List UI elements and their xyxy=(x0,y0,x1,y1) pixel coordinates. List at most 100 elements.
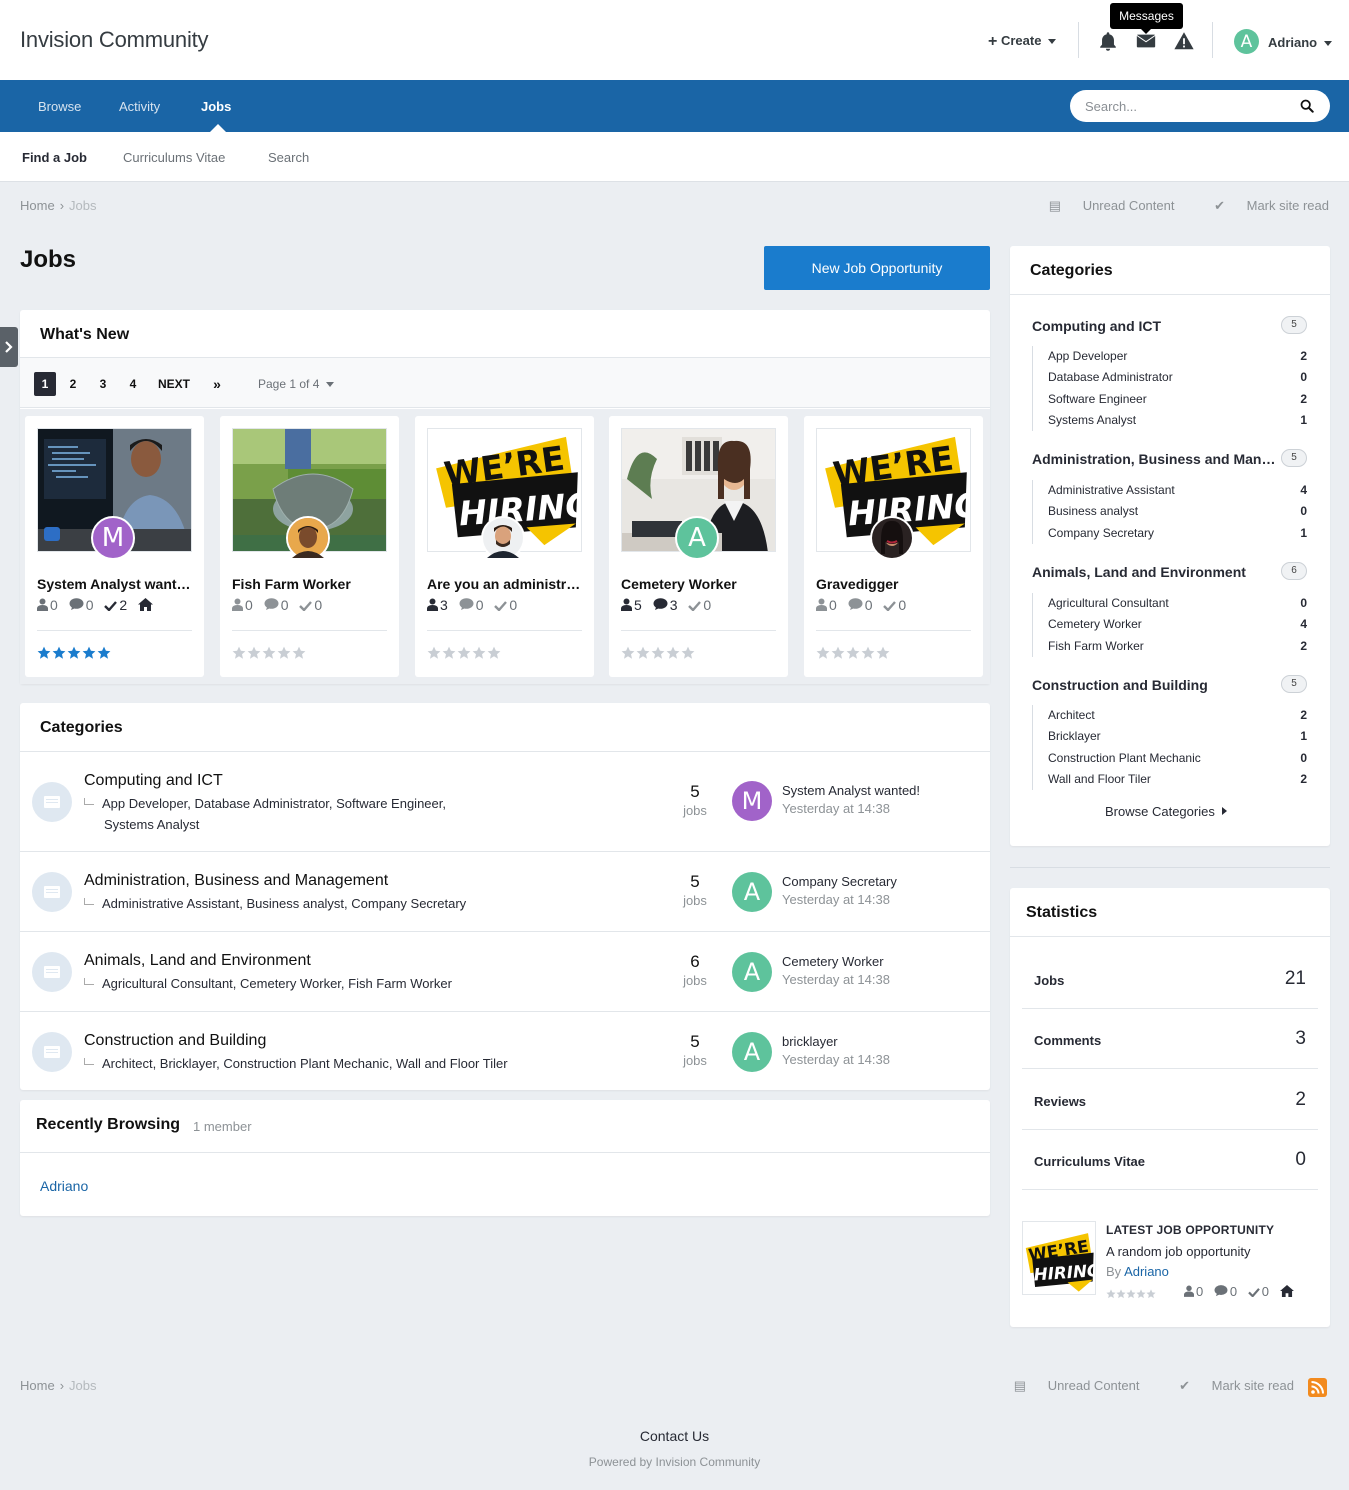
subcategory-name: Systems Analyst xyxy=(1048,412,1137,427)
by-label: By xyxy=(1106,1264,1122,1279)
rss-icon[interactable] xyxy=(1308,1378,1327,1397)
sidebar-category-link[interactable]: Construction and Building xyxy=(1032,677,1278,693)
sidebar-subcategory-item[interactable]: App Developer 2 xyxy=(1033,346,1307,367)
sidebar-category-link[interactable]: Computing and ICT xyxy=(1032,318,1278,334)
user-avatar[interactable]: A xyxy=(1234,29,1259,54)
subnav-curriculums-vitae[interactable]: Curriculums Vitae xyxy=(123,150,225,165)
next-page-button[interactable]: NEXT xyxy=(158,372,190,396)
sidebar-subcategory-item[interactable]: Database Administrator 0 xyxy=(1033,367,1307,388)
subnav-search[interactable]: Search xyxy=(268,150,309,165)
author-avatar[interactable] xyxy=(481,516,525,560)
last-job-link[interactable]: bricklayer xyxy=(782,1034,838,1049)
mark-site-read-link[interactable]: ✔ Mark site read xyxy=(1196,198,1329,213)
author-link[interactable]: Adriano xyxy=(1124,1264,1169,1279)
category-name[interactable]: Administration, Business and Management xyxy=(84,872,388,890)
sidebar-category-link[interactable]: Animals, Land and Environment xyxy=(1032,564,1278,580)
star-icon xyxy=(262,646,276,659)
job-card[interactable]: WE’RE HIRING Gravedigger 0 0 0 xyxy=(804,416,983,677)
sidebar-category-link[interactable]: Administration, Business and Management xyxy=(1032,451,1278,467)
page-1-button[interactable]: 1 xyxy=(34,372,56,396)
page-2-button[interactable]: 2 xyxy=(62,372,84,396)
contact-us-link[interactable]: Contact Us xyxy=(0,1428,1349,1444)
sidebar-subcategory-item[interactable]: Systems Analyst 1 xyxy=(1033,410,1307,431)
create-button[interactable]: + Create xyxy=(988,33,1057,51)
subcategory-links[interactable]: Systems Analyst xyxy=(84,817,199,832)
author-avatar[interactable]: M xyxy=(91,516,135,560)
job-card[interactable]: WE’RE HIRING Are you an administrator? 3… xyxy=(415,416,594,677)
subcategory-links[interactable]: Administrative Assistant, Business analy… xyxy=(102,896,466,911)
job-cards: M System Analyst wanted! 0 0 2 Fish Farm… xyxy=(20,409,990,684)
mark-site-read-link[interactable]: ✔ Mark site read xyxy=(1161,1378,1294,1393)
sidebar-subcategory-item[interactable]: Architect 2 xyxy=(1033,705,1307,726)
last-poster-avatar[interactable]: M xyxy=(732,781,772,821)
last-job-link[interactable]: Company Secretary xyxy=(782,874,897,889)
subcategory-count: 2 xyxy=(1300,391,1307,406)
last-page-icon[interactable]: » xyxy=(206,372,228,396)
page-3-button[interactable]: 3 xyxy=(92,372,114,396)
job-count: 5 jobs xyxy=(680,1032,710,1068)
stat-label: Reviews xyxy=(1034,1094,1087,1109)
sidebar-toggle[interactable] xyxy=(0,327,18,367)
subcategory-links[interactable]: Agricultural Consultant, Cemetery Worker… xyxy=(102,976,452,991)
sidebar-subcategory-item[interactable]: Bricklayer 1 xyxy=(1033,726,1307,747)
last-poster-avatar[interactable]: A xyxy=(732,872,772,912)
nav-browse[interactable]: Browse xyxy=(38,99,81,114)
author-avatar[interactable]: A xyxy=(675,516,719,560)
search-icon[interactable] xyxy=(1300,99,1314,113)
sidebar-subcategory-item[interactable]: Software Engineer 2 xyxy=(1033,389,1307,410)
page-jump[interactable]: Page 1 of 4 xyxy=(258,377,334,391)
sidebar-subcategory-item[interactable]: Company Secretary 1 xyxy=(1033,523,1307,544)
breadcrumb-home[interactable]: Home xyxy=(20,1378,55,1393)
page-4-button[interactable]: 4 xyxy=(122,372,144,396)
latest-job-link[interactable]: A random job opportunity xyxy=(1106,1244,1251,1259)
last-job-link[interactable]: System Analyst wanted! xyxy=(782,783,920,798)
job-title[interactable]: Cemetery Worker xyxy=(621,576,776,592)
search-input[interactable] xyxy=(1085,90,1295,122)
divider xyxy=(1010,936,1330,937)
unread-content-link[interactable]: ▤ Unread Content xyxy=(996,1378,1140,1393)
category-name[interactable]: Computing and ICT xyxy=(84,772,223,790)
sidebar-subcategory-item[interactable]: Business analyst 0 xyxy=(1033,501,1307,522)
new-job-opportunity-button[interactable]: New Job Opportunity xyxy=(764,246,990,290)
job-card[interactable]: Fish Farm Worker 0 0 0 xyxy=(220,416,399,677)
author-avatar[interactable] xyxy=(870,516,914,560)
subcategory-links[interactable]: App Developer, Database Administrator, S… xyxy=(102,796,446,811)
job-title[interactable]: Gravedigger xyxy=(816,576,971,592)
warning-icon[interactable] xyxy=(1173,30,1195,52)
author-avatar[interactable] xyxy=(286,516,330,560)
member-link[interactable]: Adriano xyxy=(40,1178,88,1194)
rss-glyph xyxy=(1311,1381,1324,1394)
comments-count: 0 xyxy=(280,597,289,613)
job-title[interactable]: System Analyst wanted! xyxy=(37,576,192,592)
last-job-link[interactable]: Cemetery Worker xyxy=(782,954,884,969)
chevron-right-icon xyxy=(5,341,13,353)
breadcrumb-home[interactable]: Home xyxy=(20,198,55,213)
latest-job-image[interactable]: WE’RE HIRING xyxy=(1022,1221,1096,1295)
last-poster-avatar[interactable]: A xyxy=(732,1032,772,1072)
category-name[interactable]: Construction and Building xyxy=(84,1032,266,1050)
nav-activity[interactable]: Activity xyxy=(119,99,160,114)
site-title[interactable]: Invision Community xyxy=(20,27,209,53)
job-card[interactable]: M System Analyst wanted! 0 0 2 xyxy=(25,416,204,677)
subcategory-links[interactable]: Architect, Bricklayer, Construction Plan… xyxy=(102,1056,508,1071)
plus-icon: + xyxy=(988,33,998,50)
sidebar-subcategory-item[interactable]: Construction Plant Mechanic 0 xyxy=(1033,748,1307,769)
category-name[interactable]: Animals, Land and Environment xyxy=(84,952,311,970)
browse-categories-link[interactable]: Browse Categories xyxy=(1105,804,1227,819)
sidebar-subcategory-item[interactable]: Wall and Floor Tiler 2 xyxy=(1033,769,1307,790)
latest-job-stats: 0 0 0 xyxy=(1184,1284,1303,1299)
job-card[interactable]: A Cemetery Worker 5 3 0 xyxy=(609,416,788,677)
job-title[interactable]: Are you an administrator? xyxy=(427,576,582,592)
sidebar-subcategory-item[interactable]: Fish Farm Worker 2 xyxy=(1033,636,1307,657)
last-poster-avatar[interactable]: A xyxy=(732,952,772,992)
job-title[interactable]: Fish Farm Worker xyxy=(232,576,387,592)
nav-jobs[interactable]: Jobs xyxy=(201,99,231,114)
sidebar-subcategory-item[interactable]: Cemetery Worker 4 xyxy=(1033,614,1307,635)
sidebar-subcategory-item[interactable]: Agricultural Consultant 0 xyxy=(1033,593,1307,614)
user-menu[interactable]: Adriano xyxy=(1268,35,1332,50)
sidebar-subcategory-item[interactable]: Administrative Assistant 4 xyxy=(1033,480,1307,501)
unread-content-link[interactable]: ▤ Unread Content xyxy=(1031,198,1175,213)
sidebar-categories-panel: Categories Computing and ICT 5 App Devel… xyxy=(1010,246,1330,846)
subnav-find-a-job[interactable]: Find a Job xyxy=(22,150,87,165)
bell-icon[interactable] xyxy=(1097,30,1119,52)
